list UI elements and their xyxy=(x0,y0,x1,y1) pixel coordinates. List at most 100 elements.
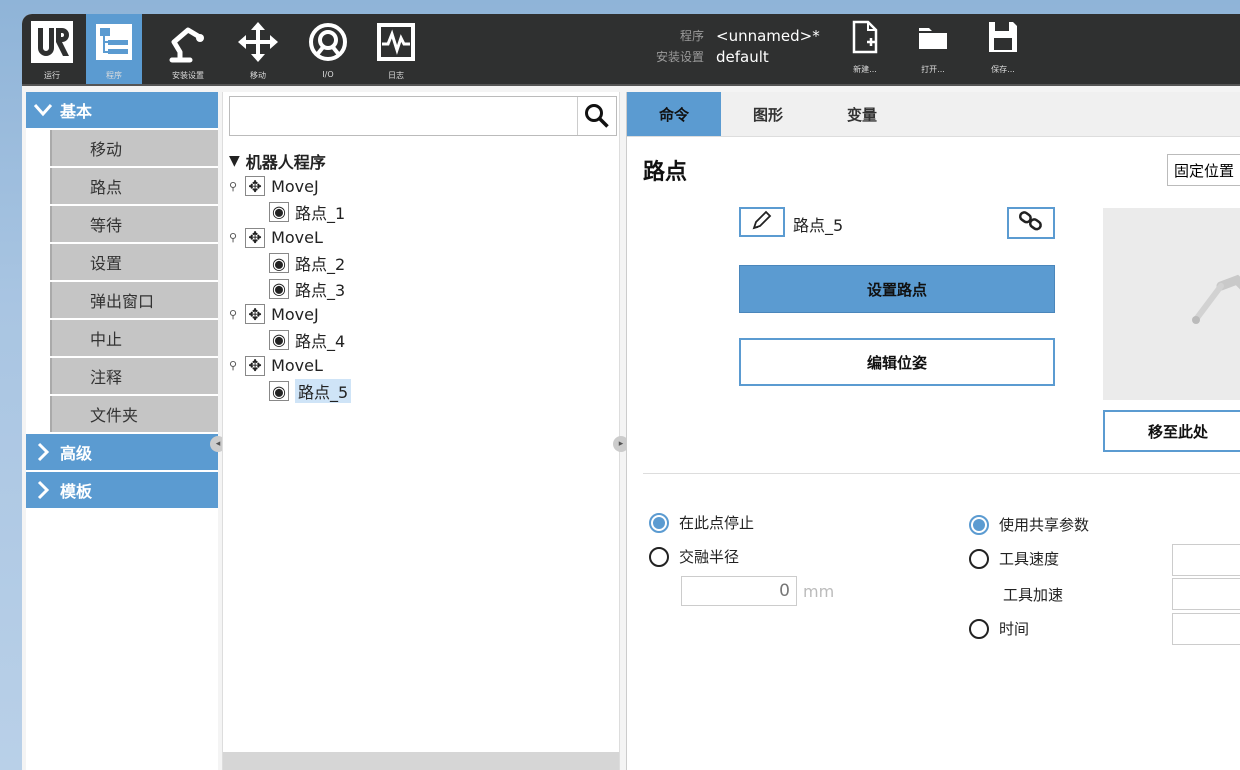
waypoint-label: 路点_2 xyxy=(295,255,346,275)
command-waypoint[interactable]: 路点 xyxy=(50,168,218,204)
stop-here-option[interactable]: 在此点停止 xyxy=(649,512,754,533)
save-file-button[interactable]: 保存... xyxy=(974,20,1032,80)
chevron-right-icon xyxy=(26,442,60,462)
command-set[interactable]: 设置 xyxy=(50,244,218,280)
tool-speed-option[interactable]: 工具速度 xyxy=(969,548,1059,569)
waypoint-label: 路点_1 xyxy=(295,203,346,223)
move-node-label: MoveL xyxy=(271,228,323,248)
installation-tab-label: 安装设置 xyxy=(172,71,204,80)
link-waypoint-button[interactable] xyxy=(1007,207,1055,239)
blend-radius-input[interactable]: 0 xyxy=(681,576,797,606)
radio-button-selected[interactable] xyxy=(969,514,989,535)
move-here-button[interactable]: 移至此处 xyxy=(1103,410,1240,452)
templates-category-header[interactable]: 模板 xyxy=(26,472,218,508)
command-move[interactable]: 移动 xyxy=(50,130,218,166)
templates-category-label: 模板 xyxy=(60,482,93,501)
tree-waypoint-node-selected[interactable]: ◉ 路点_5 xyxy=(229,378,609,404)
program-tab-label: 程序 xyxy=(106,71,122,80)
new-file-button[interactable]: 新建... xyxy=(836,20,894,80)
tree-move-node[interactable]: ⚲ ✥ MoveJ xyxy=(229,174,609,200)
top-toolbar: 运行 程序 安装设置 移动 I/O 日志 程序 <unnamed>* 安装设置 … xyxy=(22,14,1240,86)
log-tab-button[interactable]: 日志 xyxy=(368,14,424,84)
waypoint-target-icon: ◉ xyxy=(269,278,289,299)
radio-button[interactable] xyxy=(969,618,989,639)
app-window: 运行 程序 安装设置 移动 I/O 日志 程序 <unnamed>* 安装设置 … xyxy=(22,14,1240,770)
robot-arm-icon xyxy=(166,20,210,64)
pencil-icon xyxy=(751,209,773,235)
radio-button-selected[interactable] xyxy=(649,512,669,533)
run-tab-button[interactable]: 运行 xyxy=(24,14,80,84)
edit-name-button[interactable] xyxy=(739,207,785,237)
program-tab-button[interactable]: 程序 xyxy=(86,14,142,84)
io-icon xyxy=(306,20,350,64)
move-arrows-icon: ✥ xyxy=(245,355,266,376)
open-file-button[interactable]: 打开... xyxy=(904,20,962,80)
shared-params-option[interactable]: 使用共享参数 xyxy=(969,514,1089,535)
breakpoint-pin-icon: ⚲ xyxy=(229,307,238,321)
command-halt[interactable]: 中止 xyxy=(50,320,218,356)
tree-waypoint-node[interactable]: ◉ 路点_3 xyxy=(229,276,609,302)
tree-edit-toolbar[interactable] xyxy=(223,752,619,770)
set-waypoint-button[interactable]: 设置路点 xyxy=(739,265,1055,313)
radio-button[interactable] xyxy=(649,546,669,567)
installation-key: 安装设置 xyxy=(655,50,704,64)
waypoint-label: 路点_3 xyxy=(295,280,346,300)
command-popup[interactable]: 弹出窗口 xyxy=(50,282,218,318)
tree-move-node[interactable]: ⚲ ✥ MoveL xyxy=(229,353,609,379)
time-option[interactable]: 时间 xyxy=(969,618,1029,639)
tree-search-input[interactable] xyxy=(229,96,617,136)
log-tab-label: 日志 xyxy=(388,71,404,80)
basic-category-header[interactable]: 基本 xyxy=(26,92,218,128)
tool-speed-input[interactable] xyxy=(1172,544,1240,576)
tree-waypoint-node[interactable]: ◉ 路点_2 xyxy=(229,250,609,276)
program-tree: ▼ 机器人程序 ⚲ ✥ MoveJ ◉ 路点_1 ⚲ ✥ MoveL ◉ 路点_ xyxy=(229,148,609,404)
installation-tab-button[interactable]: 安装设置 xyxy=(160,14,216,84)
time-input[interactable] xyxy=(1172,613,1240,645)
tool-accel-label: 工具加速 xyxy=(1003,586,1064,604)
tree-waypoint-node[interactable]: ◉ 路点_4 xyxy=(229,327,609,353)
tab-graphics[interactable]: 图形 xyxy=(721,92,815,136)
tab-command[interactable]: 命令 xyxy=(627,92,721,136)
robot-preview xyxy=(1103,208,1240,400)
radio-button[interactable] xyxy=(969,548,989,569)
move-arrows-icon xyxy=(236,20,280,64)
tree-move-node[interactable]: ⚲ ✥ MoveJ xyxy=(229,302,609,328)
tool-speed-label: 工具速度 xyxy=(999,550,1060,568)
waypoint-target-icon: ◉ xyxy=(269,329,289,350)
tree-waypoint-node[interactable]: ◉ 路点_1 xyxy=(229,199,609,225)
move-arrows-icon: ✥ xyxy=(245,227,266,248)
edit-pose-button[interactable]: 编辑位姿 xyxy=(739,338,1055,386)
ur-logo-icon xyxy=(30,20,74,64)
new-file-label: 新建... xyxy=(853,65,877,74)
command-panel: 命令 图形 变量 路点 固定位置 路点_5 设置路点 编辑位姿 移至此处 在此点… xyxy=(626,92,1240,770)
tree-root-node[interactable]: ▼ 机器人程序 xyxy=(229,148,609,174)
program-info: 程序 <unnamed>* 安装设置 default xyxy=(646,25,820,67)
waypoint-label: 路点_4 xyxy=(295,331,346,351)
blend-radius-option[interactable]: 交融半径 xyxy=(649,546,739,567)
blend-radius-label: 交融半径 xyxy=(679,548,740,566)
tab-variables[interactable]: 变量 xyxy=(815,92,909,136)
stop-here-label: 在此点停止 xyxy=(679,514,755,532)
position-type-select[interactable]: 固定位置 xyxy=(1167,154,1240,186)
command-comment[interactable]: 注释 xyxy=(50,358,218,394)
program-icon xyxy=(92,20,136,64)
command-wait[interactable]: 等待 xyxy=(50,206,218,242)
command-folder[interactable]: 文件夹 xyxy=(50,396,218,432)
search-icon[interactable] xyxy=(577,97,616,135)
io-tab-button[interactable]: I/O xyxy=(300,14,356,84)
tree-move-node[interactable]: ⚲ ✥ MoveL xyxy=(229,225,609,251)
installation-name: default xyxy=(716,47,769,66)
time-label: 时间 xyxy=(999,620,1030,638)
advanced-category-header[interactable]: 高级 xyxy=(26,434,218,470)
program-name: <unnamed>* xyxy=(716,26,820,45)
divider xyxy=(643,473,1240,474)
waypoint-target-icon: ◉ xyxy=(269,381,289,402)
expand-triangle-icon[interactable]: ▼ xyxy=(229,153,240,169)
breakpoint-pin-icon: ⚲ xyxy=(229,231,238,245)
move-tab-button[interactable]: 移动 xyxy=(230,14,286,84)
move-node-label: MoveL xyxy=(271,356,323,376)
waypoint-name: 路点_5 xyxy=(793,216,844,235)
new-file-icon xyxy=(851,20,879,58)
folder-icon xyxy=(917,20,949,58)
tool-accel-input[interactable] xyxy=(1172,578,1240,610)
